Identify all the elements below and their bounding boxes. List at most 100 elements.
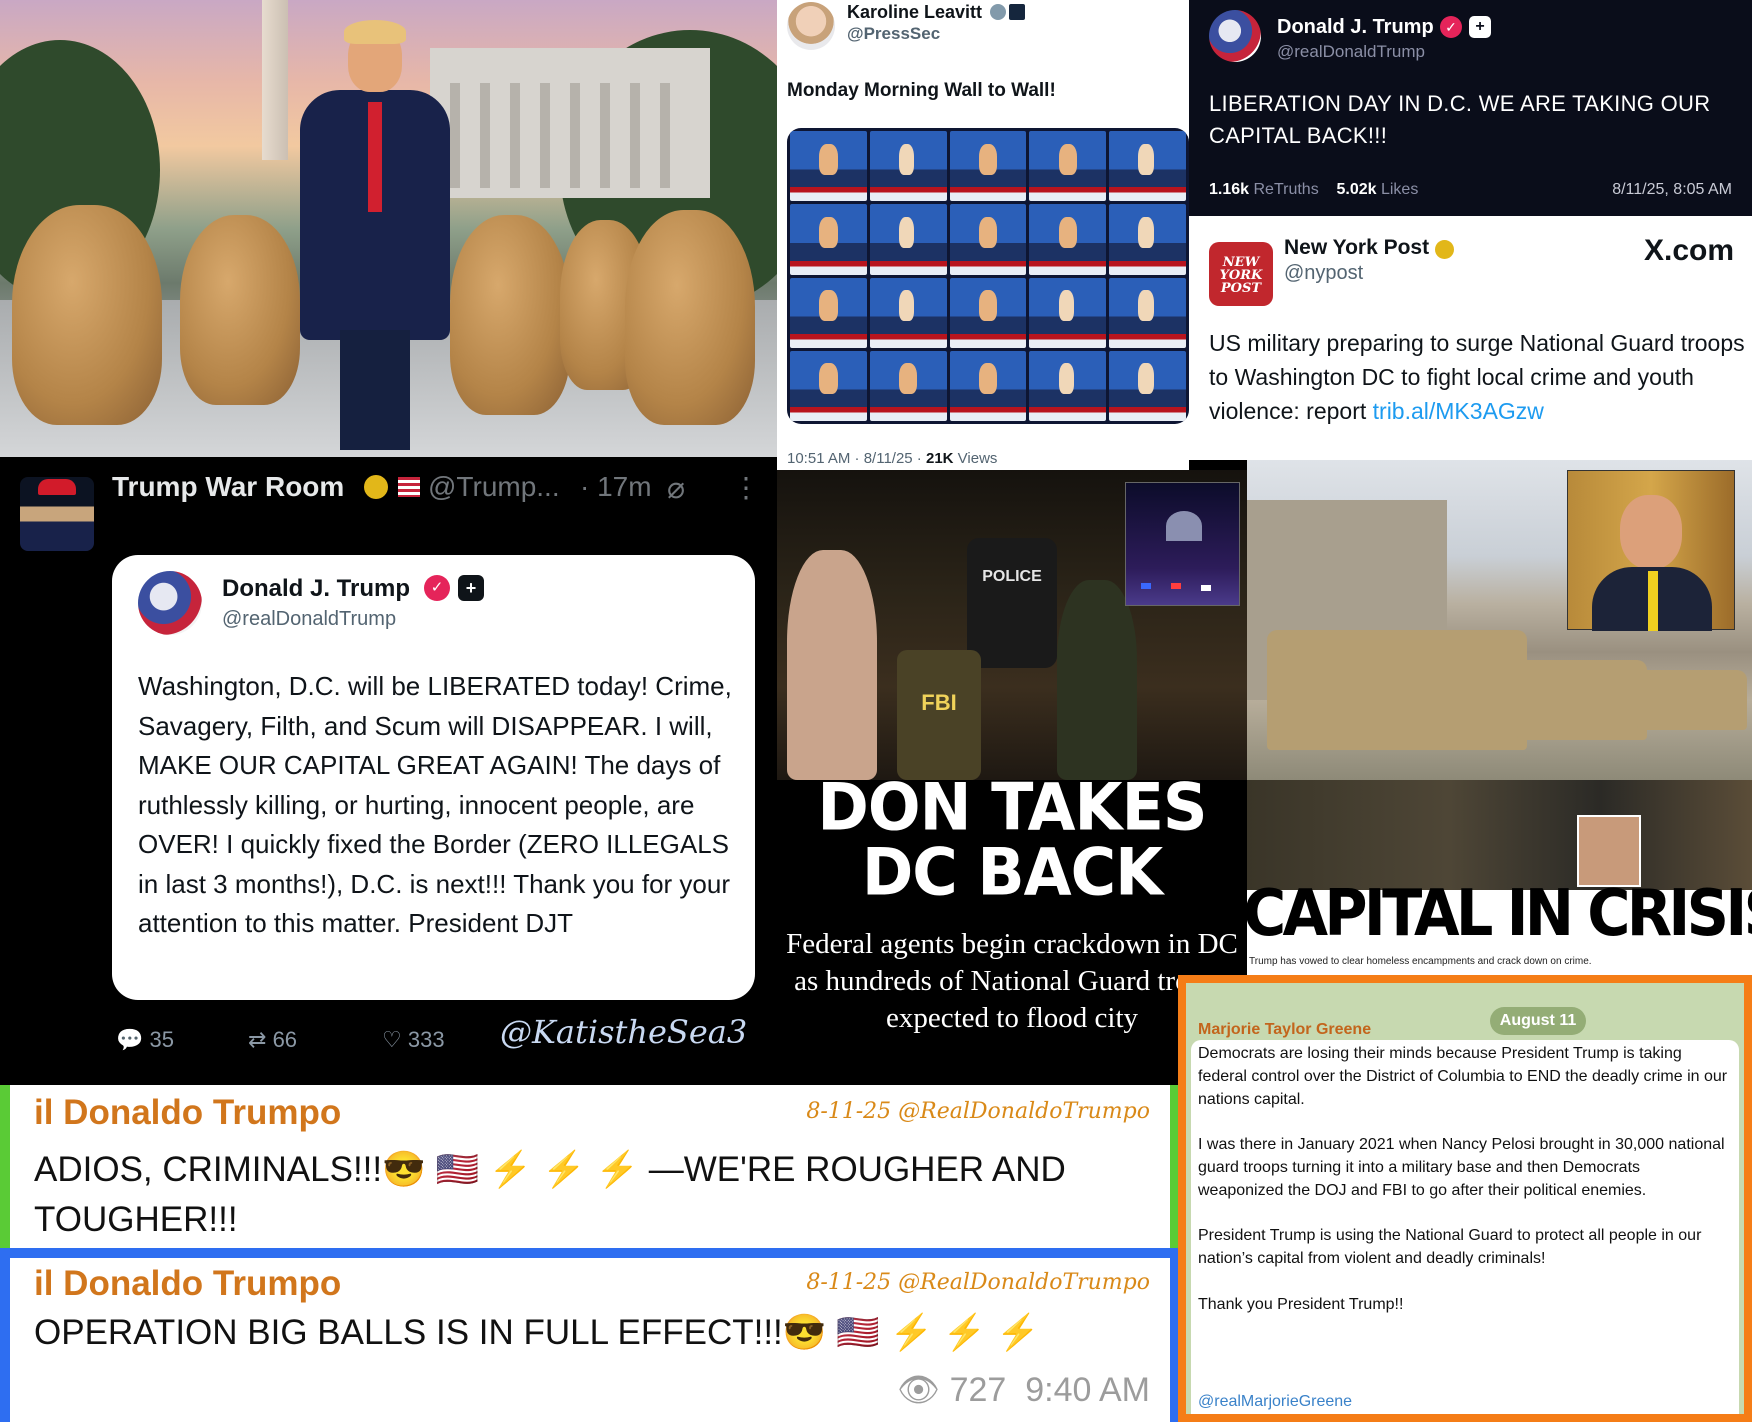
memorial-building: [430, 48, 710, 198]
grok-icon[interactable]: ⌀: [667, 471, 685, 506]
card-author-handle: @realDonaldTrump: [222, 608, 397, 630]
tweet-link[interactable]: trib.al/MK3AGzw: [1373, 398, 1544, 424]
washington-monument: [262, 0, 288, 160]
message-meta: 👁 727 9:40 AM: [897, 1370, 1150, 1410]
message-body: Democrats are losing their minds because…: [1198, 1043, 1728, 1339]
author-name[interactable]: Trump War Room: [112, 471, 344, 503]
verified-icon: [364, 475, 388, 499]
affiliation-badge-icon: [1009, 4, 1025, 20]
view-count: 727: [949, 1371, 1007, 1409]
lion: [450, 215, 570, 415]
tweet-text: US military preparing to surge National …: [1209, 326, 1749, 428]
mention-link[interactable]: @realMarjorieGreene: [1198, 1393, 1352, 1411]
caption: Trump has vowed to clear homeless encamp…: [1249, 956, 1592, 967]
message-body: OPERATION BIG BALLS IS IN FULL EFFECT!!!: [34, 1313, 783, 1352]
embedded-truth-card[interactable]: Donald J. Trump ✓ + @realDonaldTrump Was…: [112, 555, 755, 1000]
like-button[interactable]: ♡ 333: [382, 1027, 445, 1053]
message-text: OPERATION BIG BALLS IS IN FULL EFFECT!!!…: [34, 1308, 1154, 1358]
sunglasses-emoji: 😎: [382, 1150, 426, 1189]
more-icon[interactable]: ⋮: [732, 471, 760, 504]
lightning-emoji: ⚡: [889, 1313, 934, 1352]
fbi-label: FBI: [921, 690, 957, 715]
source-label: X.com: [1643, 234, 1734, 267]
author-name[interactable]: New York Post: [1284, 236, 1429, 260]
post-stats: 1.16k ReTruths 5.02k Likes: [1209, 181, 1418, 199]
author-name[interactable]: il Donaldo Trumpo: [34, 1264, 341, 1304]
paragraph: I was there in January 2021 when Nancy P…: [1198, 1136, 1725, 1199]
headline: DON TAKES DC BACK: [777, 768, 1247, 911]
tweet-time[interactable]: · 17m: [580, 471, 652, 503]
headline-line-2: DC BACK: [861, 833, 1163, 911]
police-officer: POLICE: [967, 538, 1057, 668]
retweet-button[interactable]: ⇄ 66: [248, 1027, 297, 1053]
tweet-new-york-post: NEW YORK POST New York Post @nypost X.co…: [1189, 216, 1752, 460]
tweet-text: Monday Morning Wall to Wall!: [787, 80, 1056, 101]
photo-trump-with-lions: [0, 0, 777, 457]
red-cap: [38, 479, 76, 495]
agents-strip-photo: [1247, 780, 1752, 890]
message-time: 9:40 AM: [1025, 1371, 1150, 1409]
author-name[interactable]: Donald J. Trump: [1277, 16, 1434, 39]
eye-icon: 👁: [896, 1371, 941, 1409]
author-name[interactable]: il Donaldo Trumpo: [34, 1093, 341, 1133]
capitol-night-inset: [1125, 482, 1240, 606]
retweet-count: 66: [272, 1027, 298, 1052]
like-icon: ♡: [382, 1027, 402, 1052]
author-name[interactable]: Marjorie Taylor Greene: [1198, 1021, 1371, 1039]
paragraph: Thank you President Trump!!: [1198, 1295, 1404, 1313]
verified-icon: ✓: [1440, 16, 1462, 38]
lightning-emoji: ⚡: [595, 1150, 640, 1189]
news-cover-don-takes-dc-back: POLICE FBI DON TAKES DC BACK Federal agen…: [777, 470, 1247, 1085]
like-count[interactable]: 5.02k: [1336, 181, 1376, 198]
headline-line-1: DON TAKES: [817, 768, 1207, 846]
lion: [12, 205, 162, 425]
man-in-coat: [300, 20, 450, 450]
author-handle[interactable]: @PressSec: [847, 24, 940, 44]
humvee: [1517, 660, 1647, 740]
subheadline: Federal agents begin crackdown in DC as …: [786, 928, 1238, 1034]
lion: [180, 215, 300, 405]
tv-screens-grid-image[interactable]: [787, 128, 1189, 424]
watermark-signature: @KatistheSea3: [500, 1013, 748, 1051]
message-bubble[interactable]: il Donaldo Trumpo 8-11-25 @RealDonaldoTr…: [10, 1258, 1170, 1422]
retweet-icon: ⇄: [248, 1027, 267, 1052]
tweet-timestamp[interactable]: 10:51 AM · 8/11/25 ·: [787, 450, 926, 467]
avatar[interactable]: [787, 2, 835, 50]
logo-text: NEW YORK POST: [1219, 255, 1263, 296]
news-cover-capital-in-crisis: CAPITAL IN CRISIS Trump has vowed to cle…: [1247, 460, 1752, 980]
headline: CAPITAL IN CRISIS: [1247, 877, 1752, 951]
lightning-emoji: ⚡: [542, 1150, 586, 1189]
reply-button[interactable]: 💬 35: [116, 1027, 174, 1053]
lion: [625, 210, 755, 425]
tweet-trump-war-room: Trump War Room @Trump... · 17m ⌀ ⋮ Donal…: [0, 457, 777, 1085]
author-name[interactable]: Karoline Leavitt: [847, 2, 982, 23]
humvee: [1637, 670, 1747, 730]
card-text: Washington, D.C. will be LIBERATED today…: [138, 671, 732, 938]
card-author-name: Donald J. Trump: [222, 575, 411, 602]
tweet-karoline-leavitt: Karoline Leavitt @PressSec Monday Mornin…: [777, 0, 1189, 470]
sunglasses-emoji: 😎: [782, 1313, 827, 1352]
truth-post-liberation-day: Donald J. Trump ✓ + @realDonaldTrump LIB…: [1189, 0, 1752, 216]
avatar[interactable]: [1209, 10, 1261, 62]
reply-icon: 💬: [116, 1027, 144, 1052]
like-label: Likes: [1376, 181, 1419, 198]
humvees-photo: [1247, 460, 1752, 780]
message-bubble[interactable]: il Donaldo Trumpo 8-11-25 @RealDonaldoTr…: [10, 1085, 1170, 1248]
paragraph: President Trump is using the National Gu…: [1198, 1227, 1702, 1268]
lightning-emoji: ⚡: [942, 1313, 987, 1352]
telegram-post-operation: il Donaldo Trumpo 8-11-25 @RealDonaldoTr…: [0, 1248, 1178, 1422]
views-label: Views: [953, 450, 998, 467]
person: [787, 550, 877, 780]
us-flag-emoji: 🇺🇸: [836, 1313, 880, 1352]
author-handle[interactable]: @nypost: [1284, 262, 1363, 285]
nypost-logo[interactable]: NEW YORK POST: [1209, 242, 1273, 306]
lightning-emoji: ⚡: [488, 1150, 533, 1189]
telegram-post-mtg: August 11 Marjorie Taylor Greene Democra…: [1178, 975, 1752, 1422]
message-body: ADIOS, CRIMINALS!!!: [34, 1150, 383, 1189]
plus-icon: +: [458, 575, 484, 601]
chat-background: August 11 Marjorie Taylor Greene Democra…: [1186, 983, 1744, 1414]
trump-portrait-inset: [1567, 470, 1735, 631]
author-handle[interactable]: @realDonaldTrump: [1277, 42, 1425, 62]
retruth-count[interactable]: 1.16k: [1209, 181, 1249, 198]
author-handle[interactable]: @Trump...: [428, 471, 560, 503]
